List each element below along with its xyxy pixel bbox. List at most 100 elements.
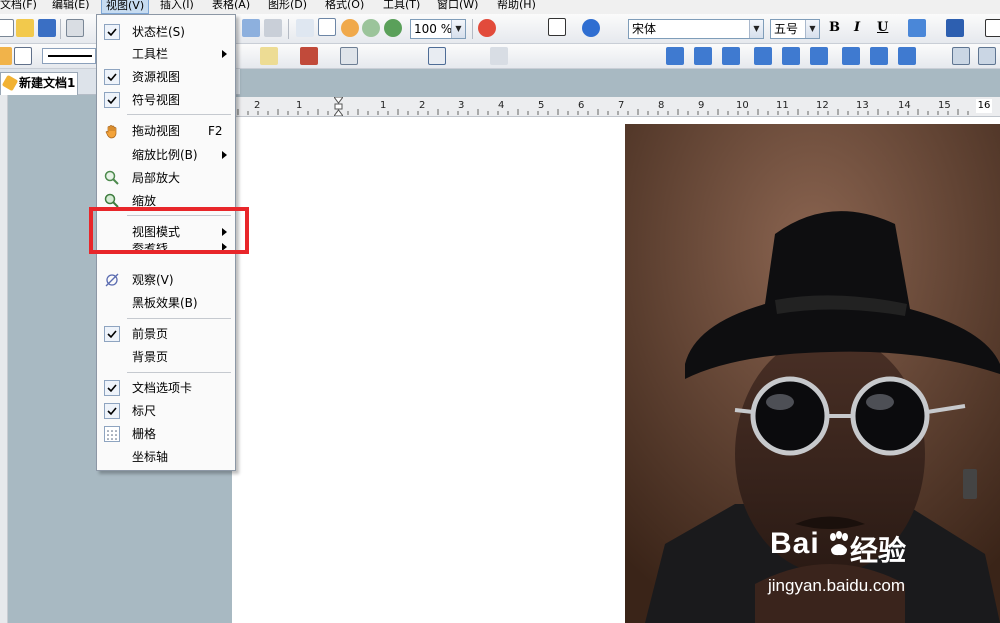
symbol-tool-1-icon[interactable] (666, 47, 684, 65)
magnifier-tool-icon[interactable] (362, 19, 380, 37)
ruler-number: 13 (856, 100, 869, 111)
grid-icon (104, 426, 120, 442)
submenu-arrow-icon (222, 151, 227, 159)
symbol-tool-5-icon[interactable] (782, 47, 800, 65)
line-preview (48, 55, 92, 57)
menu-window[interactable]: 窗口(W) (437, 0, 478, 12)
menu-item-zoom-ratio[interactable]: 缩放比例(B) (98, 144, 234, 166)
italic-button[interactable]: I (854, 20, 860, 35)
text-color-icon[interactable] (946, 19, 964, 37)
menu-item-resource-view[interactable]: 资源视图 (98, 66, 234, 88)
submenu-arrow-icon (222, 50, 227, 58)
menu-item-label: 资源视图 (132, 70, 181, 84)
indent-marker-icon[interactable] (333, 96, 344, 117)
symbol-tool-6-icon[interactable] (810, 47, 828, 65)
menu-insert[interactable]: 插入(I) (160, 0, 194, 12)
menu-bar: 文档(F) 编辑(E) 视图(V) 插入(I) 表格(A) 图形(D) 格式(O… (0, 0, 1000, 14)
layout-icon[interactable] (952, 47, 970, 65)
symbol-tool-2-icon[interactable] (694, 47, 712, 65)
ruler-end-number: 16 (976, 99, 992, 113)
menu-item-status-bar[interactable]: 状态栏(S) (98, 21, 234, 43)
font-size-value: 五号 (774, 22, 799, 36)
print-icon[interactable] (66, 19, 84, 37)
tab-new-document[interactable]: 新建文档1 (0, 72, 78, 95)
magnifier-icon (104, 170, 120, 186)
edit-box-icon[interactable] (14, 47, 32, 65)
checkmark-icon (104, 403, 120, 419)
bold-button[interactable]: B (829, 20, 840, 35)
grid-tool-icon[interactable] (318, 18, 336, 36)
save-icon[interactable] (38, 19, 56, 37)
insert-object-icon[interactable] (478, 19, 496, 37)
pen-icon[interactable] (0, 47, 12, 65)
symbol-tool-8-icon[interactable] (870, 47, 888, 65)
menu-item-label: 背景页 (132, 350, 169, 364)
page-icon[interactable] (978, 47, 996, 65)
document-pen-icon (1, 74, 19, 92)
menu-item-symbol-view[interactable]: 符号视图 (98, 89, 234, 111)
menu-item-partial-zoom[interactable]: 局部放大 (98, 167, 234, 189)
menu-item-label: 栅格 (132, 427, 157, 441)
underline-button[interactable]: U (877, 20, 888, 35)
zoom-select[interactable]: 100 % ▼ (410, 19, 466, 39)
symbol-tool-9-icon[interactable] (898, 47, 916, 65)
align-icon[interactable] (985, 19, 1000, 37)
fill-icon[interactable] (260, 47, 278, 65)
menu-item-ruler[interactable]: 标尺 (98, 400, 234, 422)
menu-item-observe[interactable]: 观察(V) (98, 269, 234, 291)
ruler-number: 5 (538, 100, 545, 111)
menu-format[interactable]: 格式(O) (325, 0, 364, 12)
new-doc-icon[interactable] (0, 19, 14, 37)
menu-item-background-page[interactable]: 背景页 (98, 346, 234, 368)
font-name-select[interactable]: 宋体 ▼ (628, 19, 764, 39)
distribute-icon[interactable] (490, 47, 508, 65)
baidu-jingyan-watermark: Bai 经验 jingyan.baidu.com (760, 513, 990, 603)
menu-item-drag-view[interactable]: 拖动视图 F2 (98, 120, 234, 142)
menu-item-label: 前景页 (132, 327, 169, 341)
menu-edit[interactable]: 编辑(E) (52, 0, 90, 12)
menu-separator (127, 372, 231, 373)
menu-item-grid[interactable]: 栅格 (98, 423, 234, 445)
vertical-ruler (0, 95, 8, 623)
menu-separator (127, 114, 231, 115)
menu-item-label: 符号视图 (132, 93, 181, 107)
menu-help[interactable]: 帮助(H) (497, 0, 536, 12)
menu-view[interactable]: 视图(V) (101, 0, 150, 14)
observe-tool-icon[interactable] (296, 19, 314, 37)
ruler-number: 6 (578, 100, 585, 111)
paragraph-mark-icon[interactable] (548, 18, 566, 36)
redo-icon[interactable] (242, 19, 260, 37)
help-icon[interactable] (582, 19, 600, 37)
open-folder-icon[interactable] (16, 19, 34, 37)
symbol-tool-7-icon[interactable] (842, 47, 860, 65)
menu-item-document-tabs[interactable]: 文档选项卡 (98, 377, 234, 399)
menu-file[interactable]: 文档(F) (0, 0, 37, 12)
menu-graphics[interactable]: 图形(D) (268, 0, 307, 12)
symbol-tool-3-icon[interactable] (722, 47, 740, 65)
chevron-down-icon[interactable]: ▼ (805, 20, 819, 38)
ruler-number: 10 (736, 100, 749, 111)
menu-item-label: 坐标轴 (132, 450, 169, 464)
menu-item-axis[interactable]: 坐标轴 (98, 446, 234, 468)
superscript-icon[interactable] (908, 19, 926, 37)
table-icon[interactable] (428, 47, 446, 65)
highlight-annotation-box (89, 207, 249, 254)
menu-tools[interactable]: 工具(T) (383, 0, 420, 12)
chevron-down-icon[interactable]: ▼ (451, 20, 465, 38)
zoom-tool-icon[interactable] (384, 19, 402, 37)
menu-separator (127, 318, 231, 319)
menu-item-shortcut: F2 (208, 124, 223, 138)
paint-bucket-icon[interactable] (300, 47, 318, 65)
menu-item-toolbar[interactable]: 工具栏 (98, 43, 234, 65)
frame-icon[interactable] (340, 47, 358, 65)
menu-item-foreground-page[interactable]: 前景页 (98, 323, 234, 345)
symbol-tool-4-icon[interactable] (754, 47, 772, 65)
font-size-select[interactable]: 五号 ▼ (770, 19, 820, 39)
hand-icon (104, 123, 120, 139)
hand-tool-icon[interactable] (341, 19, 359, 37)
toolbar-separator (288, 19, 289, 39)
menu-item-blackboard[interactable]: 黑板效果(B) (98, 292, 234, 314)
arrow-tool-icon[interactable] (264, 19, 282, 37)
menu-table[interactable]: 表格(A) (212, 0, 250, 12)
chevron-down-icon[interactable]: ▼ (749, 20, 763, 38)
